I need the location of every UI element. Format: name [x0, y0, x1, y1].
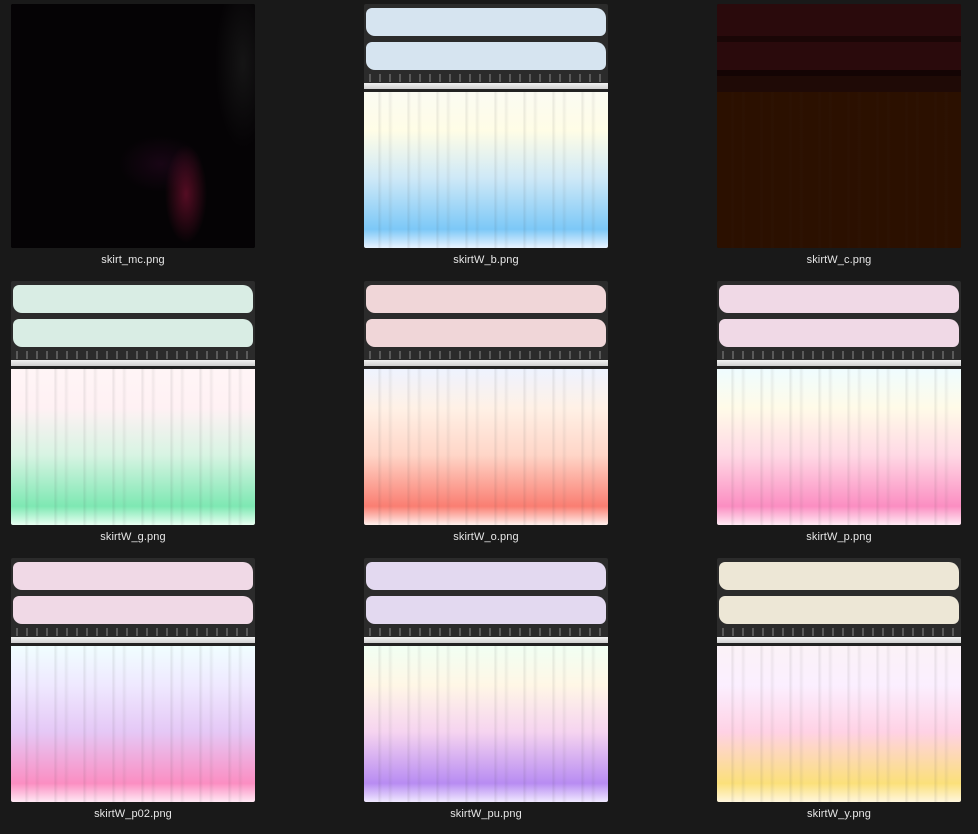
file-name-label: skirtW_p02.png — [94, 808, 172, 820]
file-name-label: skirtW_pu.png — [450, 808, 522, 820]
waistband-top — [719, 285, 959, 313]
file-item[interactable]: skirtW_pu.png — [364, 558, 624, 834]
zigzag-trim — [11, 628, 255, 636]
waistband-top — [13, 285, 253, 313]
waistband-top — [366, 8, 606, 36]
waistband-bottom — [366, 42, 606, 70]
zigzag-trim — [364, 628, 608, 636]
waistband-top — [366, 285, 606, 313]
thumbnail-image — [11, 4, 255, 248]
file-item[interactable]: skirtW_c.png — [717, 4, 977, 280]
thumbnail-image — [364, 558, 608, 802]
pleat-lines — [364, 92, 608, 248]
waistband-bottom — [719, 319, 959, 347]
zigzag-trim — [717, 351, 961, 359]
thumbnail-image — [11, 281, 255, 525]
file-item[interactable]: skirtW_g.png — [11, 281, 271, 557]
file-item[interactable]: skirtW_o.png — [364, 281, 624, 557]
texture-dark — [11, 4, 255, 248]
thumbnail-image — [717, 4, 961, 248]
file-item[interactable]: skirtW_b.png — [364, 4, 624, 280]
thumbnail-image — [717, 558, 961, 802]
zigzag-trim — [364, 74, 608, 82]
pleat-lines — [11, 369, 255, 525]
file-item[interactable]: skirtW_p02.png — [11, 558, 271, 834]
waistband-bottom — [13, 596, 253, 624]
pleat-lines — [364, 369, 608, 525]
pleat-lines — [717, 646, 961, 802]
waistband-bottom — [13, 319, 253, 347]
waistband-top — [366, 562, 606, 590]
file-item[interactable]: skirt_mc.png — [11, 4, 271, 280]
thumbnail-image — [717, 281, 961, 525]
zigzag-trim — [717, 628, 961, 636]
file-name-label: skirtW_c.png — [806, 254, 872, 266]
waistband-bottom — [366, 596, 606, 624]
zigzag-trim — [11, 351, 255, 359]
thumbnail-image — [364, 281, 608, 525]
pleat-lines — [717, 369, 961, 525]
zigzag-trim — [364, 351, 608, 359]
waistband-top — [13, 562, 253, 590]
file-name-label: skirtW_o.png — [453, 531, 519, 543]
file-name-label: skirtW_b.png — [453, 254, 519, 266]
file-name-label: skirtW_p.png — [806, 531, 872, 543]
file-item[interactable]: skirtW_y.png — [717, 558, 977, 834]
file-item[interactable]: skirtW_p.png — [717, 281, 977, 557]
file-name-label: skirtW_g.png — [100, 531, 166, 543]
file-thumbnail-grid: skirt_mc.png skirtW_b.png skirtW_c.png s… — [0, 0, 978, 834]
pleat-lines — [717, 92, 961, 248]
pleat-lines — [11, 646, 255, 802]
file-name-label: skirt_mc.png — [101, 254, 165, 266]
thumbnail-image — [364, 4, 608, 248]
waistband-bottom — [719, 596, 959, 624]
waistband-bottom — [366, 319, 606, 347]
pleat-lines — [364, 646, 608, 802]
file-name-label: skirtW_y.png — [807, 808, 871, 820]
waistband-top — [719, 562, 959, 590]
thumbnail-image — [11, 558, 255, 802]
